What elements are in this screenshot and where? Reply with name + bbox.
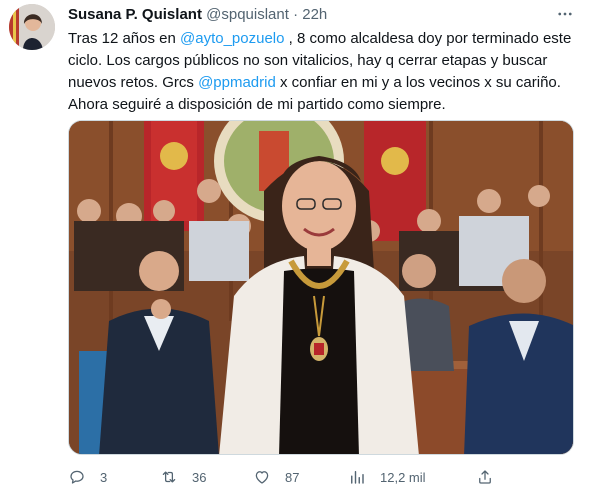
reply-count: 3 <box>100 469 108 485</box>
views-bar-chart-icon <box>351 471 364 484</box>
author-handle[interactable]: @spquislant <box>206 6 289 23</box>
retweet-count: 36 <box>192 469 207 485</box>
tweet-action-bar: 3 36 87 12,2 mil <box>68 464 578 490</box>
tweet-timestamp[interactable]: 22h <box>302 6 327 23</box>
like-button[interactable]: 87 <box>253 464 299 490</box>
reply-button[interactable]: 3 <box>68 464 107 490</box>
share-icon <box>479 470 491 484</box>
separator-dot: · <box>293 6 299 23</box>
author-name[interactable]: Susana P. Quislant <box>68 6 202 23</box>
share-button[interactable] <box>476 464 508 490</box>
tweet-header: Susana P. Quislant @spquislant · 22h <box>68 5 576 27</box>
views-count: 12,2 mil <box>380 469 426 485</box>
more-horizontal-icon[interactable] <box>554 3 576 25</box>
tweet-text-part: Tras 12 años en <box>68 30 181 47</box>
tweet-text: Tras 12 años en @ayto_pozuelo , 8 como a… <box>68 28 583 116</box>
heart-icon <box>255 471 269 484</box>
tweet-media-photo[interactable] <box>68 120 574 455</box>
retweet-icon <box>162 471 176 483</box>
photo-content <box>69 121 573 454</box>
views-button[interactable]: 12,2 mil <box>348 464 426 490</box>
reply-icon <box>70 470 84 484</box>
mention-ayto-pozuelo[interactable]: @ayto_pozuelo <box>180 30 284 47</box>
retweet-button[interactable]: 36 <box>160 464 206 490</box>
avatar-photo <box>9 4 55 50</box>
author-avatar[interactable] <box>9 4 55 50</box>
mention-ppmadrid[interactable]: @ppmadrid <box>198 74 276 91</box>
like-count: 87 <box>285 469 300 485</box>
